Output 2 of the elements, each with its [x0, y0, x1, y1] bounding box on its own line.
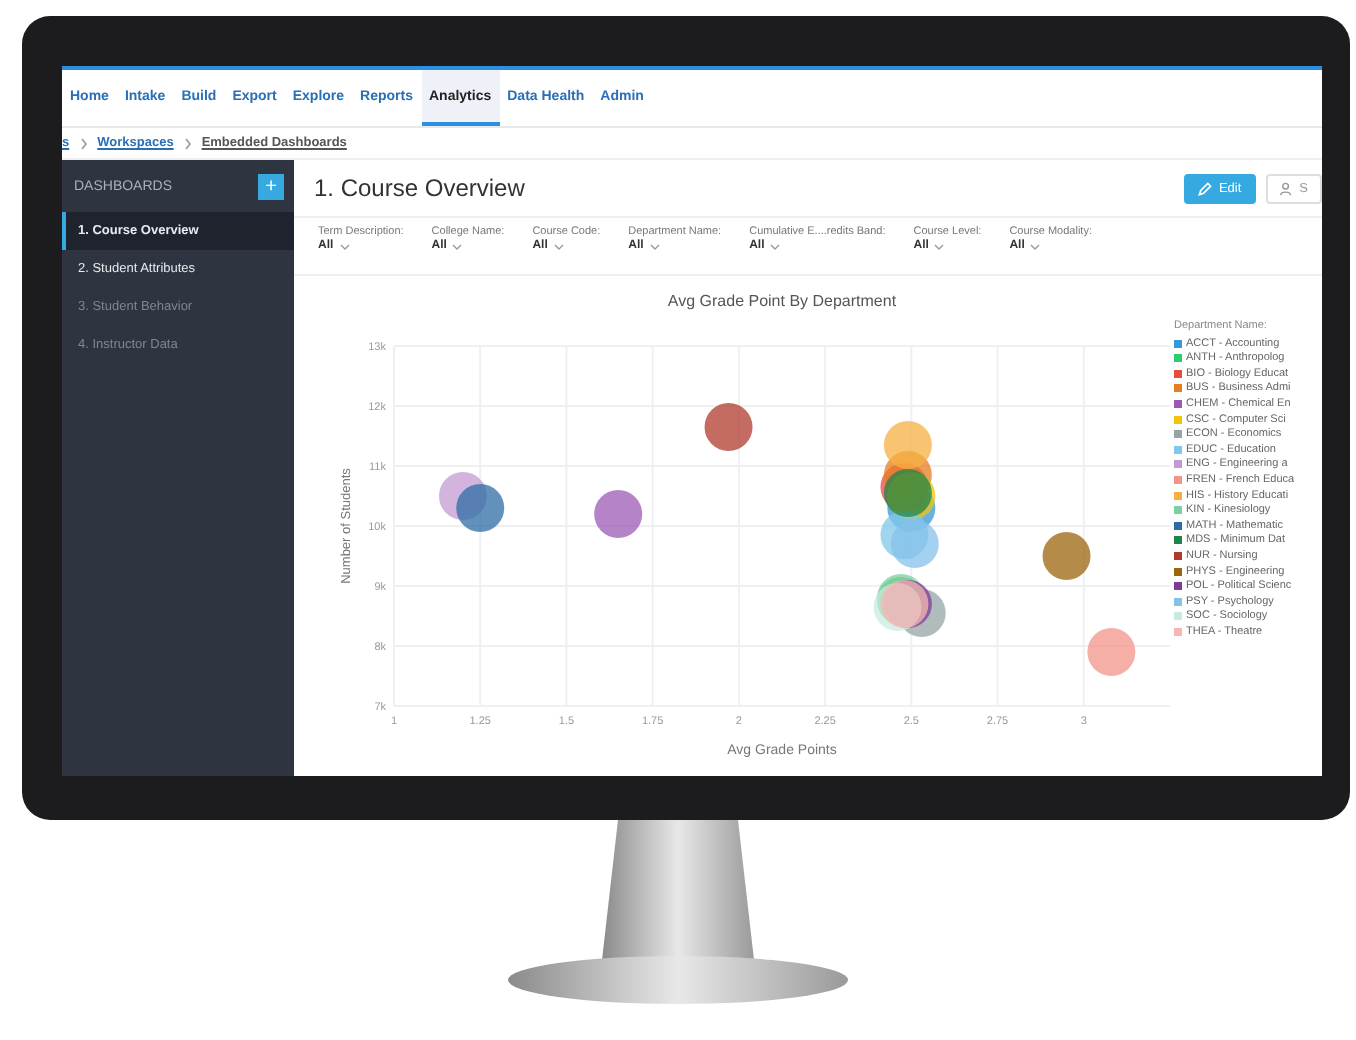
chart-title: Avg Grade Point By Department	[667, 292, 897, 310]
page-title: 1. Course Overview	[314, 174, 525, 202]
